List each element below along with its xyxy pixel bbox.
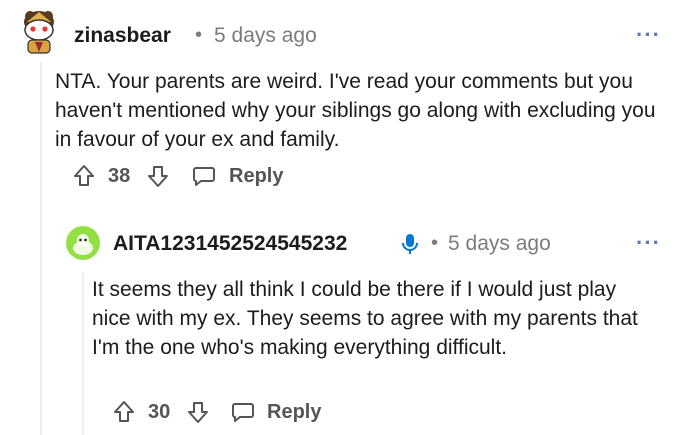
comment-body: NTA. Your parents are weird. I've read y… [55,70,656,151]
username[interactable]: zinasbear [74,24,171,48]
upvote-icon [74,165,94,186]
reply-more-options-button[interactable]: ··· [636,230,661,256]
reply-reply-button[interactable]: Reply [231,400,321,424]
vote-count: 38 [108,165,131,187]
reply-avatar[interactable] [66,226,100,260]
reply-timestamp[interactable]: 5 days ago [448,232,551,256]
reply-reply-label: Reply [267,400,322,423]
reply-label: Reply [229,164,284,187]
reply-separator-dot: • [431,232,439,254]
reply-vote-count: 30 [148,401,171,423]
downvote-icon [188,402,208,423]
upvote-button[interactable] [73,164,95,188]
reply-username[interactable]: AITA1231452524545232 [113,232,347,256]
comment-bubble-icon [232,403,254,422]
thread-line[interactable] [40,62,42,435]
timestamp[interactable]: 5 days ago [214,24,317,48]
upvote-icon [114,401,134,422]
reply-upvote-button[interactable] [113,400,135,424]
reply-body: It seems they all think I could be there… [92,278,638,359]
microphone-icon [400,232,420,256]
reply-button[interactable]: Reply [192,164,283,188]
downvote-icon [148,166,168,187]
separator-dot: • [195,24,203,46]
reply-downvote-button[interactable] [187,400,209,424]
more-options-button[interactable]: ··· [636,22,661,48]
comment-bubble-icon [193,167,215,186]
reply-thread-line[interactable] [82,272,84,435]
downvote-button[interactable] [147,164,169,188]
avatar[interactable] [18,8,60,56]
